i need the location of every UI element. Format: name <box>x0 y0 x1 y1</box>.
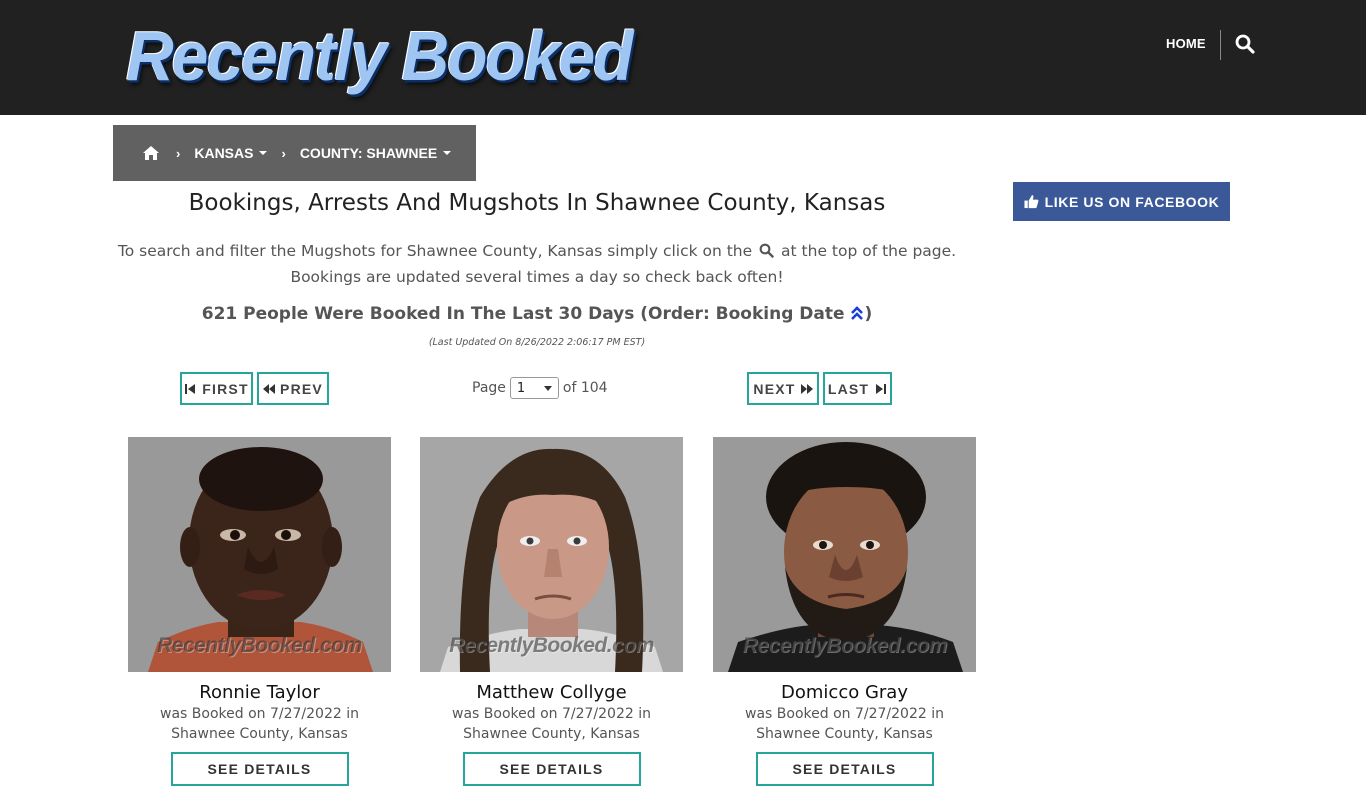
booking-card: RecentlyBooked.com Ronnie Taylor was Boo… <box>128 437 391 786</box>
mugshot-photo[interactable]: RecentlyBooked.com <box>713 437 976 672</box>
booking-count-close: ) <box>864 304 873 324</box>
last-page-label: LAST <box>827 380 870 397</box>
breadcrumb-state-dropdown[interactable]: KANSAS <box>194 145 268 161</box>
intro-line2: Bookings are updated several times a day… <box>290 268 784 286</box>
forward-icon <box>800 383 813 394</box>
step-forward-icon <box>876 383 887 394</box>
search-icon <box>759 243 774 258</box>
booking-date-text: was Booked on 7/27/2022 in <box>452 706 651 722</box>
caret-down-icon <box>259 151 268 155</box>
search-icon[interactable] <box>1235 34 1255 54</box>
intro-line1-start: To search and filter the Mugshots for Sh… <box>117 242 753 260</box>
page-title: Bookings, Arrests And Mugshots In Shawne… <box>188 190 886 216</box>
page-total: of 104 <box>562 380 608 396</box>
next-page-button[interactable]: NEXT <box>747 372 819 405</box>
breadcrumb-county-dropdown[interactable]: COUNTY: SHAWNEE <box>299 145 452 161</box>
facebook-like-button[interactable]: LIKE US ON FACEBOOK <box>1013 182 1230 221</box>
see-details-button[interactable]: SEE DETAILS <box>462 752 641 786</box>
page-select-dropdown[interactable]: 1 <box>509 377 559 399</box>
chevron-down-icon <box>543 385 552 391</box>
page-select-value: 1 <box>516 380 526 396</box>
mugshot-photo[interactable]: RecentlyBooked.com <box>420 437 683 672</box>
booking-info: was Booked on 7/27/2022 in Shawnee Count… <box>128 704 391 744</box>
breadcrumb-separator: › <box>281 145 286 161</box>
booking-date-text: was Booked on 7/27/2022 in <box>160 706 359 722</box>
page-selector: Page 1 of 104 <box>472 377 608 399</box>
last-updated: (Last Updated On 8/26/2022 2:06:17 PM ES… <box>428 337 646 348</box>
booking-count: 621 People Were Booked In The Last 30 Da… <box>113 304 961 324</box>
intro-text: To search and filter the Mugshots for Sh… <box>113 238 961 290</box>
first-page-label: FIRST <box>202 380 249 397</box>
booking-location-text: Shawnee County, Kansas <box>171 726 348 742</box>
booking-location-text: Shawnee County, Kansas <box>756 726 933 742</box>
prev-page-button[interactable]: PREV <box>257 372 329 405</box>
thumbs-up-icon <box>1024 195 1039 209</box>
booking-count-text: 621 People Were Booked In The Last 30 Da… <box>201 304 845 324</box>
step-backward-icon <box>185 383 196 394</box>
breadcrumb-separator: › <box>176 145 181 161</box>
booking-date-text: was Booked on 7/27/2022 in <box>745 706 944 722</box>
facebook-like-label: LIKE US ON FACEBOOK <box>1044 193 1220 210</box>
booking-location-text: Shawnee County, Kansas <box>463 726 640 742</box>
photo-watermark: RecentlyBooked.com <box>742 634 947 657</box>
site-header: Recently Booked HOME <box>0 0 1366 115</box>
booking-info: was Booked on 7/27/2022 in Shawnee Count… <box>713 704 976 744</box>
intro-line1-end: at the top of the page. <box>781 242 957 260</box>
home-icon[interactable] <box>142 145 160 161</box>
mugshot-photo[interactable]: RecentlyBooked.com <box>128 437 391 672</box>
nav-home-link[interactable]: HOME <box>1166 36 1206 51</box>
next-page-label: NEXT <box>753 380 796 397</box>
booking-card: RecentlyBooked.com Domicco Gray was Book… <box>713 437 976 786</box>
breadcrumb: › KANSAS › COUNTY: SHAWNEE <box>113 125 476 181</box>
nav-divider <box>1220 30 1221 60</box>
person-name[interactable]: Domicco Gray <box>713 682 976 703</box>
photo-watermark: RecentlyBooked.com <box>449 634 654 657</box>
caret-down-icon <box>443 151 452 155</box>
page-label: Page <box>472 380 506 396</box>
booking-card: RecentlyBooked.com Matthew Collyge was B… <box>420 437 683 786</box>
last-page-button[interactable]: LAST <box>823 372 892 405</box>
person-name[interactable]: Matthew Collyge <box>420 682 683 703</box>
breadcrumb-state-label: KANSAS <box>194 145 254 161</box>
first-page-button[interactable]: FIRST <box>180 372 253 405</box>
prev-page-label: PREV <box>280 380 323 397</box>
backward-icon <box>263 383 276 394</box>
photo-watermark: RecentlyBooked.com <box>157 634 362 657</box>
booking-info: was Booked on 7/27/2022 in Shawnee Count… <box>420 704 683 744</box>
see-details-button[interactable]: SEE DETAILS <box>755 752 934 786</box>
breadcrumb-county-label: COUNTY: SHAWNEE <box>299 145 438 161</box>
person-name[interactable]: Ronnie Taylor <box>128 682 391 703</box>
see-details-button[interactable]: SEE DETAILS <box>170 752 349 786</box>
site-logo[interactable]: Recently Booked <box>126 16 633 96</box>
double-chevron-up-icon[interactable] <box>850 305 864 321</box>
